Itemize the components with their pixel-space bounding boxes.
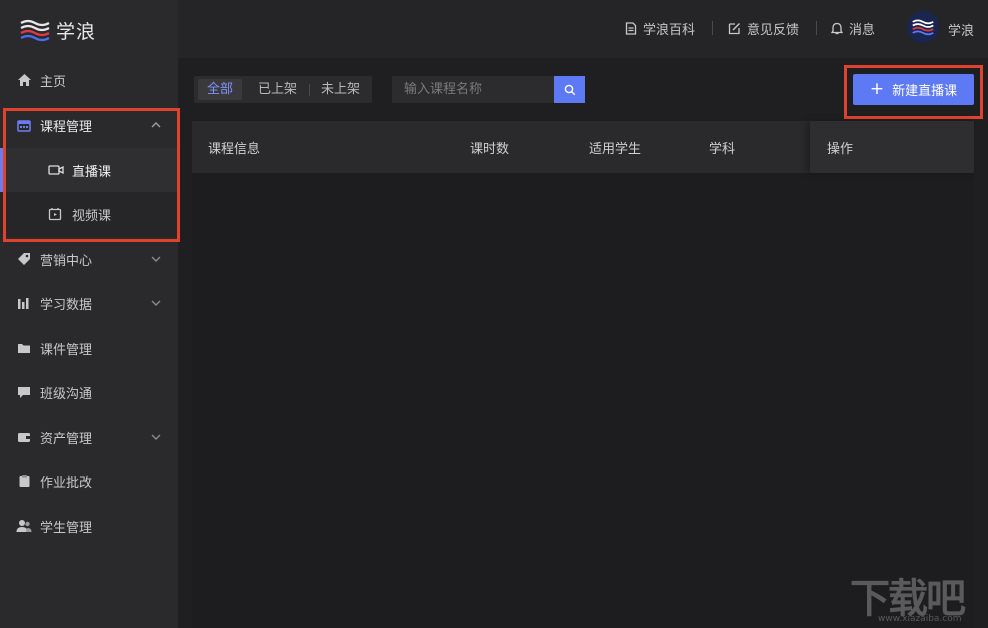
- header-link-label: 消息: [849, 23, 876, 38]
- header-divider: [712, 21, 713, 35]
- bell-icon: [831, 22, 843, 35]
- sidebar-item-assets[interactable]: 资产管理: [0, 415, 178, 459]
- sidebar-item-label: 班级沟通: [40, 386, 93, 402]
- sidebar: 学浪 主页 课程管理 直播课 视频课 营销中心 学习数据 课件管理 班级沟通 资…: [0, 0, 178, 628]
- sidebar-item-label: 作业批改: [40, 475, 93, 491]
- chevron-up-icon: [151, 122, 161, 128]
- course-table: 课程信息 课时数 适用学生 学科 操作: [192, 121, 974, 628]
- sidebar-subitem-live-course[interactable]: 直播课: [0, 148, 178, 192]
- sidebar-subitem-label: 直播课: [72, 164, 112, 180]
- header-link-label: 学浪百科: [643, 23, 696, 38]
- filter-tab-unlisted[interactable]: 未上架: [309, 76, 372, 103]
- sidebar-item-class-chat[interactable]: 班级沟通: [0, 370, 178, 414]
- sidebar-item-course-management[interactable]: 课程管理: [0, 103, 178, 147]
- calendar-icon: [16, 117, 32, 133]
- watermark-url: www.xiazaiba.com: [878, 614, 962, 624]
- sidebar-subitem-label: 视频课: [72, 208, 112, 224]
- course-search-input[interactable]: [392, 76, 554, 103]
- sidebar-item-label: 资产管理: [40, 431, 93, 447]
- search-icon: [564, 84, 575, 95]
- edit-icon: [728, 23, 740, 35]
- column-header-students: 适用学生: [589, 142, 642, 157]
- filter-tab-listed[interactable]: 已上架: [246, 76, 309, 103]
- app-name: 学浪: [56, 20, 97, 43]
- home-icon: [16, 72, 32, 88]
- video-file-icon: [48, 206, 64, 222]
- status-filter-group: 全部 已上架 未上架: [194, 76, 373, 103]
- sidebar-item-homework[interactable]: 作业批改: [0, 459, 178, 503]
- chevron-down-icon: [151, 256, 161, 262]
- new-live-course-button[interactable]: + 新建直播课: [853, 74, 974, 105]
- column-header-actions: 操作: [827, 142, 854, 157]
- clipboard-icon: [16, 473, 32, 489]
- sidebar-item-home[interactable]: 主页: [0, 58, 178, 102]
- column-header-lessons: 课时数: [470, 142, 510, 157]
- sidebar-item-label: 学生管理: [40, 520, 93, 536]
- chevron-down-icon: [151, 434, 161, 440]
- sidebar-item-learning-data[interactable]: 学习数据: [0, 281, 178, 325]
- sidebar-item-students[interactable]: 学生管理: [0, 504, 178, 548]
- chevron-down-icon: [151, 300, 161, 306]
- column-header-course-info: 课程信息: [208, 142, 261, 157]
- sidebar-item-marketing[interactable]: 营销中心: [0, 237, 178, 281]
- wallet-icon: [16, 429, 32, 445]
- header-divider: [816, 21, 817, 35]
- header-link-wiki[interactable]: 学浪百科: [625, 19, 695, 38]
- sidebar-item-label: 课程管理: [40, 119, 93, 135]
- sidebar-item-courseware[interactable]: 课件管理: [0, 326, 178, 370]
- new-live-course-label: 新建直播课: [892, 84, 958, 99]
- top-header: 学浪百科 意见反馈 消息 学浪: [178, 0, 988, 58]
- filter-tab-all[interactable]: 全部: [198, 79, 243, 100]
- avatar-logo-icon: [912, 19, 934, 36]
- sidebar-item-label: 课件管理: [40, 342, 93, 358]
- user-name[interactable]: 学浪: [948, 20, 974, 39]
- avatar[interactable]: [907, 11, 939, 43]
- tag-icon: [16, 251, 32, 267]
- sidebar-subitem-video-course[interactable]: 视频课: [0, 192, 178, 236]
- search-button[interactable]: [554, 76, 585, 103]
- chat-icon: [16, 384, 32, 400]
- folder-icon: [16, 340, 32, 356]
- logo-icon: [20, 19, 50, 42]
- sidebar-item-label: 营销中心: [40, 253, 93, 269]
- column-header-subject: 学科: [709, 142, 736, 157]
- header-link-label: 意见反馈: [747, 23, 800, 38]
- header-link-feedback[interactable]: 意见反馈: [728, 19, 799, 38]
- sidebar-item-label: 主页: [40, 74, 67, 90]
- sidebar-item-label: 学习数据: [40, 297, 93, 313]
- video-camera-icon: [48, 162, 64, 178]
- brand[interactable]: 学浪: [20, 16, 96, 44]
- table-header: 课程信息 课时数 适用学生 学科 操作: [192, 121, 974, 173]
- header-link-messages[interactable]: 消息: [831, 19, 875, 38]
- users-icon: [16, 518, 32, 534]
- plus-icon: +: [869, 79, 885, 99]
- document-icon: [625, 22, 637, 35]
- bar-chart-icon: [16, 295, 32, 311]
